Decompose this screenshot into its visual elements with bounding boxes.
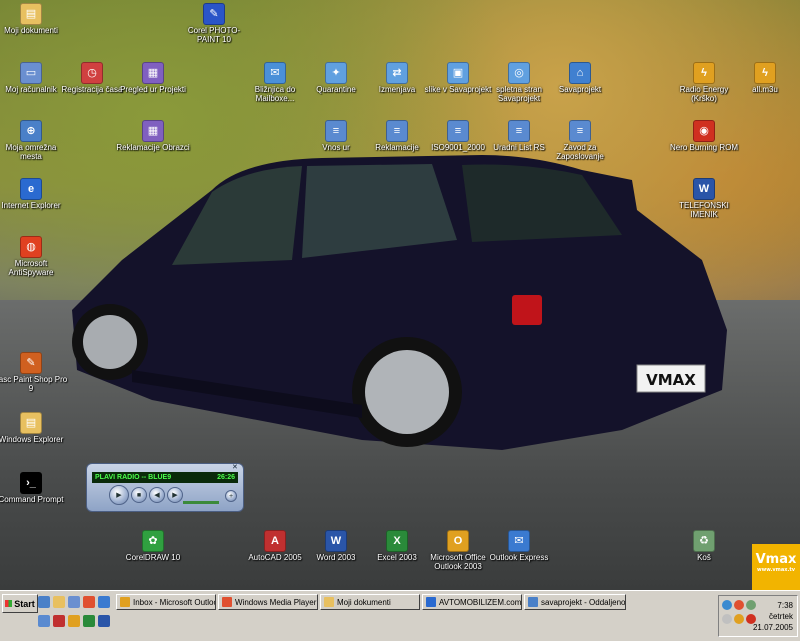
desktop-icon-telefonski-imenik[interactable]: W TELEFONSKI IMENIK <box>667 178 741 220</box>
elapsed-time: 26:26 <box>217 474 235 481</box>
desktop-icon-coreldraw[interactable]: ✿ CorelDRAW 10 <box>116 530 190 563</box>
document-icon: ≡ <box>508 120 530 142</box>
folder-icon: ▤ <box>20 3 42 25</box>
quarantine-icon: ✦ <box>325 62 347 84</box>
forms-shortcut-icon: ▦ <box>142 120 164 142</box>
nero-icon: ◉ <box>693 120 715 142</box>
windows-explorer-icon: ▤ <box>20 412 42 434</box>
command-prompt-icon: ›_ <box>20 472 42 494</box>
clock-shortcut-icon: ◷ <box>81 62 103 84</box>
internet-explorer-icon: e <box>20 178 42 200</box>
quicklaunch-excel-icon[interactable] <box>83 615 95 627</box>
word-icon: W <box>325 530 347 552</box>
next-button[interactable]: ▶ <box>167 487 183 503</box>
corel-photopaint-icon: ✎ <box>203 3 225 25</box>
outlook-express-icon: ✉ <box>508 530 530 552</box>
word-document-icon: W <box>693 178 715 200</box>
network-shortcut-icon: ⌂ <box>569 62 591 84</box>
desktop-icon-recycle-bin[interactable]: ♻ Koš <box>667 530 741 563</box>
wallpaper-car: VMAX <box>72 155 727 450</box>
grid-shortcut-icon: ▦ <box>142 62 164 84</box>
winamp-icon: ϟ <box>693 62 715 84</box>
recycle-bin-icon: ♻ <box>693 530 715 552</box>
desktop-icon-omrezna-mesta[interactable]: ⊕ Moja omrežna mesta <box>0 120 68 162</box>
quicklaunch-media-icon[interactable] <box>83 596 95 608</box>
desktop-icon-zavod-za-zaposlovanje[interactable]: ≡ Zavod za Zaposlovanje <box>543 120 617 162</box>
desktop-icon-paint-shop-pro[interactable]: ✎ Jasc Paint Shop Pro 9 <box>0 352 68 394</box>
task-button-remote-desktop[interactable]: savaprojekt - Oddaljeno ... <box>524 594 626 610</box>
task-button-moji-dokumenti[interactable]: Moji dokumenti <box>320 594 420 610</box>
desktop: VMAX ▤ Moji dokumenti ✎ Corel PHOTO-PAIN… <box>0 0 800 590</box>
outlook-icon <box>120 597 130 607</box>
computer-icon: ▭ <box>20 62 42 84</box>
desktop-icon-outlook-express[interactable]: ✉ Outlook Express <box>482 530 556 563</box>
clock[interactable]: 7:38 četrtek 21.07.2005 <box>753 600 793 633</box>
coreldraw-icon: ✿ <box>142 530 164 552</box>
tray-volume-icon[interactable] <box>722 614 732 624</box>
quicklaunch-mail-icon[interactable] <box>98 596 110 608</box>
desktop-icon-savaprojekt[interactable]: ⌂ Savaprojekt <box>543 62 617 95</box>
document-icon: ≡ <box>447 120 469 142</box>
quicklaunch-network-icon[interactable] <box>38 615 50 627</box>
quicklaunch-ie-icon[interactable] <box>38 596 50 608</box>
task-button-media-player[interactable]: Windows Media Player <box>218 594 318 610</box>
desktop-icon-pregled-ur-projekti[interactable]: ▦ Pregled ur Projekti <box>116 62 190 95</box>
winamp-playlist-icon: ϟ <box>754 62 776 84</box>
desktop-icon-moji-dokumenti[interactable]: ▤ Moji dokumenti <box>0 3 68 36</box>
folder-icon <box>324 597 334 607</box>
remote-desktop-icon <box>528 597 538 607</box>
taskbar: Start Inbox - Microsoft Outlook Windows … <box>0 590 800 641</box>
exchange-icon: ⇄ <box>386 62 408 84</box>
tray-antivirus-icon[interactable] <box>734 600 744 610</box>
quicklaunch-outlook-icon[interactable] <box>68 615 80 627</box>
close-icon[interactable]: ✕ <box>232 464 240 471</box>
excel-icon: X <box>386 530 408 552</box>
desktop-icon-antispyware[interactable]: ◍ Microsoft AntiSpyware <box>0 236 68 278</box>
desktop-icon-internet-explorer[interactable]: e Internet Explorer <box>0 178 68 211</box>
network-places-icon: ⊕ <box>20 120 42 142</box>
desktop-icon-windows-explorer[interactable]: ▤ Windows Explorer <box>0 412 68 445</box>
media-player-window[interactable]: ✕ PLAVI RADIO -- BLUE9 26:26 ▶ ■ ◀ ▶ + <box>86 463 244 512</box>
quicklaunch-word-icon[interactable] <box>98 615 110 627</box>
task-button-avtomobilizem[interactable]: AVTOMOBILIZEM.com :: ... <box>422 594 522 610</box>
station-name: PLAVI RADIO -- BLUE9 <box>95 474 172 481</box>
stop-button[interactable]: ■ <box>131 487 147 503</box>
desktop-icon-corel-photo-paint[interactable]: ✎ Corel PHOTO-PAINT 10 <box>177 3 251 45</box>
document-icon: ≡ <box>386 120 408 142</box>
play-button[interactable]: ▶ <box>109 485 129 505</box>
media-player-display: PLAVI RADIO -- BLUE9 26:26 <box>92 472 238 483</box>
desktop-icon-nero[interactable]: ◉ Nero Burning ROM <box>667 120 741 153</box>
desktop-icon-command-prompt[interactable]: ›_ Command Prompt <box>0 472 68 505</box>
tray-media-icon[interactable] <box>734 614 744 624</box>
desktop-icon-reklamacije-obrazci[interactable]: ▦ Reklamacije Obrazci <box>116 120 190 153</box>
license-plate: VMAX <box>646 371 696 389</box>
quicklaunch-autocad-icon[interactable] <box>53 615 65 627</box>
outlook-icon: O <box>447 530 469 552</box>
vmax-logo: Vmax www.vmax.tv <box>752 544 800 590</box>
document-icon: ≡ <box>569 120 591 142</box>
web-shortcut-icon: ◎ <box>508 62 530 84</box>
start-button[interactable]: Start <box>2 594 38 613</box>
document-icon: ≡ <box>325 120 347 142</box>
volume-slider[interactable] <box>183 501 219 504</box>
task-button-outlook[interactable]: Inbox - Microsoft Outlook <box>116 594 216 610</box>
windows-logo-icon <box>5 600 13 607</box>
images-shortcut-icon: ▣ <box>447 62 469 84</box>
mailbox-shortcut-icon: ✉ <box>264 62 286 84</box>
system-tray: 7:38 četrtek 21.07.2005 <box>718 595 798 637</box>
desktop-icon-all-m3u[interactable]: ϟ all.m3u <box>728 62 800 95</box>
tray-network-icon[interactable] <box>722 600 732 610</box>
quicklaunch-folder-icon[interactable] <box>53 596 65 608</box>
autocad-icon: A <box>264 530 286 552</box>
antispyware-icon: ◍ <box>20 236 42 258</box>
paint-shop-pro-icon: ✎ <box>20 352 42 374</box>
internet-explorer-icon <box>426 597 436 607</box>
media-player-icon <box>222 597 232 607</box>
quicklaunch-desktop-icon[interactable] <box>68 596 80 608</box>
expand-button[interactable]: + <box>225 490 237 502</box>
previous-button[interactable]: ◀ <box>149 487 165 503</box>
